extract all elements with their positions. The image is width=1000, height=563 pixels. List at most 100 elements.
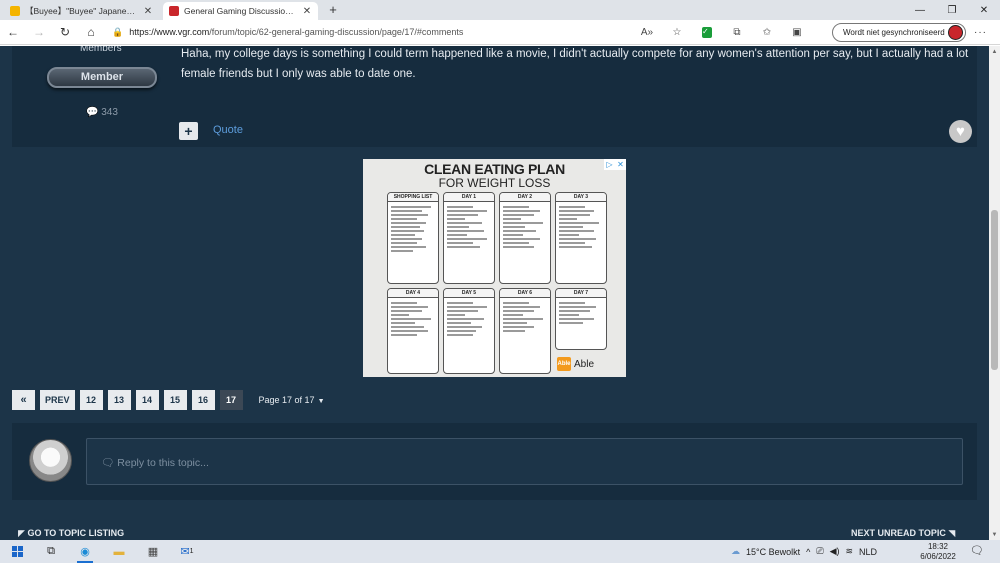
url-path: /forum/topic/62-general-gaming-discussio… xyxy=(209,27,464,37)
author-post-count: 💬 343 xyxy=(86,107,118,118)
ad-card-header: DAY 4 xyxy=(388,289,438,298)
ad-card-header: DAY 3 xyxy=(556,193,606,202)
reply-placeholder-text: Reply to this topic... xyxy=(117,457,209,469)
weather-cloud-icon: ☁ xyxy=(731,546,740,556)
browser-tab-strip: 【Buyee】"Buyee" Japanese Proxy ✕ General … xyxy=(0,0,1000,20)
volume-icon[interactable]: ◀) xyxy=(830,546,840,557)
page-link-15[interactable]: 15 xyxy=(163,390,187,410)
task-view-icon[interactable]: ⧉ xyxy=(34,540,68,563)
close-icon[interactable]: ✕ xyxy=(143,6,153,17)
weather-label[interactable]: 15°C Bewolkt xyxy=(746,547,800,557)
favorite-add-icon[interactable]: ☆ xyxy=(662,20,692,45)
ad-brand-name: Able xyxy=(574,358,595,370)
scroll-up-icon[interactable]: ▲ xyxy=(989,46,1000,57)
tab-general-gaming[interactable]: General Gaming Discussion - Pag ✕ xyxy=(163,2,318,20)
speech-bubble-icon: 🗨 xyxy=(101,457,115,469)
pagination: « PREV 12 13 14 15 16 17 Page 17 of 17 ▼ xyxy=(12,390,325,410)
ad-card-day5: DAY 5 xyxy=(443,288,495,374)
show-hidden-icons[interactable]: ^ xyxy=(806,547,810,557)
more-menu-icon[interactable]: ··· xyxy=(974,27,987,38)
extension-check-icon[interactable]: ✓ xyxy=(692,20,722,45)
file-explorer-icon[interactable]: ▬ xyxy=(102,540,136,563)
reaction-heart-button[interactable]: ♥ xyxy=(949,120,972,143)
ad-subheadline: FOR WEIGHT LOSS xyxy=(438,176,551,190)
lock-icon: 🔒 xyxy=(112,26,124,37)
minimize-icon[interactable]: — xyxy=(904,0,936,20)
multiquote-plus-button[interactable]: + xyxy=(179,122,198,140)
notification-center-icon[interactable]: 🗨 xyxy=(970,544,984,557)
page-jump-dropdown[interactable]: Page 17 of 17 ▼ xyxy=(259,395,325,405)
forum-page: Members Member 💬 343 Haha, my college da… xyxy=(0,46,989,540)
ad-card-header: DAY 2 xyxy=(500,193,550,202)
favorites-icon[interactable]: ✩ xyxy=(752,20,782,45)
go-to-topic-listing-link[interactable]: ◤ GO TO TOPIC LISTING xyxy=(18,528,124,539)
prev-page-button[interactable]: PREV xyxy=(40,390,75,410)
tab-buyee[interactable]: 【Buyee】"Buyee" Japanese Proxy ✕ xyxy=(4,2,159,20)
edge-browser-icon[interactable]: ◉ xyxy=(68,540,102,563)
home-icon[interactable]: ⌂ xyxy=(78,20,104,45)
window-close-icon[interactable]: ✕ xyxy=(968,0,1000,20)
taskbar-clock[interactable]: 18:32 6/06/2022 xyxy=(918,542,958,562)
forum-post: Members Member 💬 343 Haha, my college da… xyxy=(12,46,977,147)
scroll-down-icon[interactable]: ▼ xyxy=(989,529,1000,540)
tab-title: 【Buyee】"Buyee" Japanese Proxy xyxy=(25,6,139,16)
restore-icon[interactable]: ❐ xyxy=(936,0,968,20)
page-link-12[interactable]: 12 xyxy=(79,390,103,410)
back-icon[interactable]: ← xyxy=(0,20,26,45)
reply-placeholder: 🗨 Reply to this topic... xyxy=(101,456,209,469)
language-indicator[interactable]: NLD xyxy=(859,547,877,557)
mail-badge: 1 xyxy=(189,548,194,555)
page-link-current[interactable]: 17 xyxy=(219,390,243,410)
user-avatar xyxy=(29,439,72,482)
toolbar-icons: A» ☆ ✓ ⧉ ✩ ▣ xyxy=(632,20,812,45)
post-body: Haha, my college days is something I cou… xyxy=(181,48,969,80)
new-tab-icon[interactable]: + xyxy=(326,2,340,17)
wifi-icon[interactable]: ≋ xyxy=(845,546,853,557)
start-button[interactable] xyxy=(0,540,34,563)
reply-area: 🗨 Reply to this topic... xyxy=(12,423,977,500)
ad-card-day6: DAY 6 xyxy=(499,288,551,374)
caret-down-icon: ▼ xyxy=(317,398,325,405)
profile-sync-button[interactable]: Wordt niet gesynchroniseerd xyxy=(832,23,966,42)
page-scrollbar[interactable]: ▲ ▼ xyxy=(989,46,1000,540)
quote-link[interactable]: Quote xyxy=(213,124,243,136)
network-icon[interactable]: ⎚ xyxy=(816,546,823,557)
ad-card-header: DAY 6 xyxy=(500,289,550,298)
reply-input[interactable]: 🗨 Reply to this topic... xyxy=(86,438,963,485)
page-link-14[interactable]: 14 xyxy=(135,390,159,410)
forward-icon[interactable]: → xyxy=(26,20,52,45)
arrow-left-icon: ◤ xyxy=(18,528,25,538)
ad-card-day3: DAY 3 xyxy=(555,192,607,284)
scrollbar-thumb[interactable] xyxy=(991,210,998,370)
ad-card-day1: DAY 1 xyxy=(443,192,495,284)
clock-time: 18:32 xyxy=(927,542,949,551)
advertisement[interactable]: ▷ ✕ CLEAN EATING PLAN FOR WEIGHT LOSS SH… xyxy=(363,159,626,377)
page-link-13[interactable]: 13 xyxy=(107,390,131,410)
ad-card-header: DAY 5 xyxy=(444,289,494,298)
windows-logo-icon xyxy=(11,546,23,557)
store-icon[interactable]: ▦ xyxy=(136,540,170,563)
clock-date: 6/06/2022 xyxy=(920,552,956,561)
ad-card-header: DAY 1 xyxy=(444,193,494,202)
ad-card-day7: DAY 7 xyxy=(555,288,607,350)
extensions-icon[interactable]: ⧉ xyxy=(722,20,752,45)
address-bar[interactable]: 🔒 https://www.vgr.com /forum/topic/62-ge… xyxy=(112,23,672,42)
read-aloud-icon[interactable]: A» xyxy=(632,20,662,45)
go-to-topic-listing-label: GO TO TOPIC LISTING xyxy=(27,528,125,538)
next-unread-topic-label: NEXT UNREAD TOPIC xyxy=(851,528,946,538)
mail-icon[interactable]: ✉ 1 xyxy=(170,540,204,563)
close-icon[interactable]: ✕ xyxy=(302,6,312,17)
speech-bubble-icon: 💬 xyxy=(86,107,99,118)
author-group-title: Members xyxy=(80,46,122,54)
refresh-icon[interactable]: ↻ xyxy=(52,20,78,45)
next-unread-topic-link[interactable]: NEXT UNREAD TOPIC ◥ xyxy=(851,528,955,539)
collections-icon[interactable]: ▣ xyxy=(782,20,812,45)
system-tray: ☁ 15°C Bewolkt ^ ⎚ ◀) ≋ NLD xyxy=(731,540,883,563)
ad-card-day2: DAY 2 xyxy=(499,192,551,284)
ad-brand-logo: Able Able xyxy=(557,357,594,371)
profile-avatar xyxy=(948,25,963,40)
url-host: https://www.vgr.com xyxy=(129,27,210,37)
page-link-16[interactable]: 16 xyxy=(191,390,215,410)
ad-card-header: SHOPPING LIST xyxy=(388,193,438,202)
first-page-button[interactable]: « xyxy=(12,390,35,410)
